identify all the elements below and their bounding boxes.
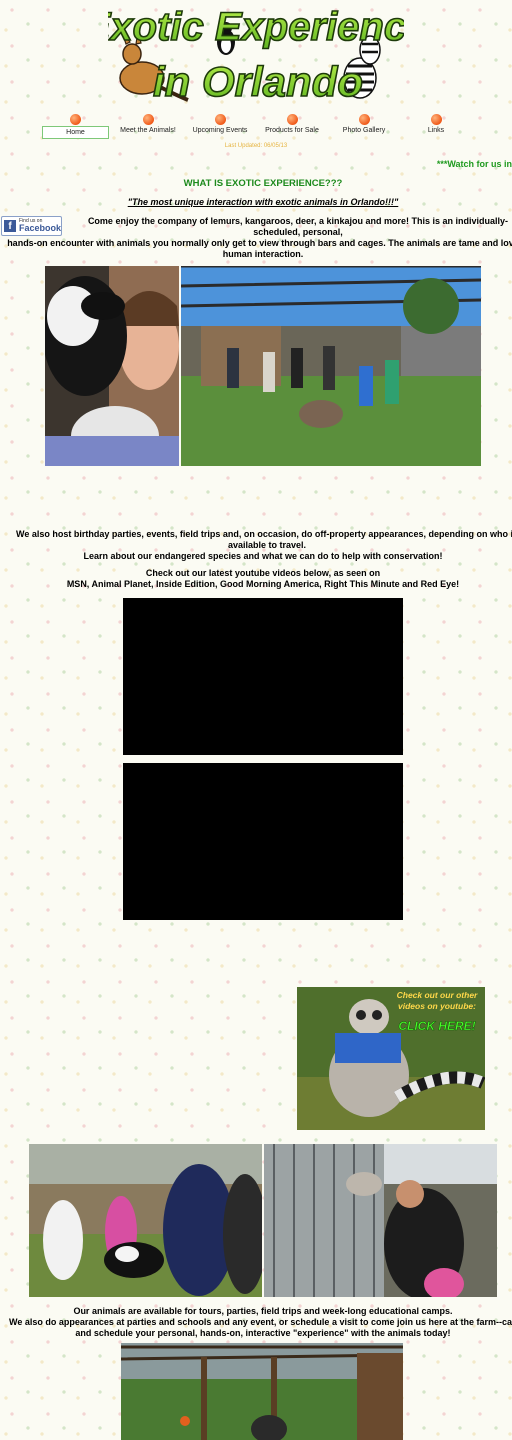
nav-bullet-icon [430, 114, 442, 125]
events-line2: Learn about our endangered species and w… [83, 551, 443, 561]
nav-upcoming-events[interactable]: Upcoming Events [184, 114, 256, 138]
events-line1: We also host birthday parties, events, f… [16, 529, 512, 550]
youtube-video-2[interactable] [123, 763, 403, 920]
availability-line2: We also do appearances at parties and sc… [9, 1317, 512, 1338]
logo-line1: Exotic Experience [108, 5, 404, 49]
tagline: "The most unique interaction with exotic… [127, 197, 399, 207]
facebook-label: Facebook [19, 223, 62, 233]
youtube-video-1[interactable] [123, 598, 403, 755]
nav-label: Photo Gallery [342, 127, 386, 134]
availability-text: Our animals are available for tours, par… [0, 1306, 512, 1339]
nav-bullet-icon [358, 114, 370, 125]
promo-line2: videos on youtube: [398, 1001, 476, 1011]
nav-products-for-sale[interactable]: Products for Sale [256, 114, 328, 138]
promo-line1: Check out our other [397, 990, 478, 1000]
youtube-intro: Check out our latest youtube videos belo… [0, 568, 512, 590]
nav-photo-gallery[interactable]: Photo Gallery [328, 114, 400, 138]
nav-bullet-icon [286, 114, 298, 125]
watch-marquee: ***Watch for us in [436, 159, 512, 169]
youtube-intro-line2: MSN, Animal Planet, Inside Edition, Good… [66, 579, 460, 589]
facebook-icon: f [4, 220, 16, 232]
youtube-intro-line1: Check out our latest youtube videos belo… [145, 568, 381, 578]
events-text: We also host birthday parties, events, f… [0, 529, 512, 562]
kangaroo-enclosure-photo [181, 266, 481, 466]
nav-bullet-icon [70, 114, 81, 125]
nav-label: Links [427, 127, 445, 134]
nav-label: Meet the Animals! [120, 127, 176, 134]
lemur-selfie-photo [45, 266, 179, 466]
logo-line2: in Orlando [153, 58, 363, 105]
nav-bullet-icon [142, 114, 154, 125]
man-feeding-lemurs-photo [264, 1144, 497, 1297]
site-logo[interactable]: Exotic Experience in Orlando [83, 0, 429, 108]
nav-bullet-icon [214, 114, 226, 125]
last-updated: Last Updated: 06/05/13 [224, 143, 288, 149]
intro-text: Come enjoy the company of lemurs, kangar… [0, 216, 512, 260]
nav-label: Products for Sale [265, 127, 319, 134]
nav-home[interactable]: Home [40, 114, 111, 139]
page-heading: WHAT IS EXOTIC EXPERIENCE??? [183, 178, 343, 189]
youtube-promo-banner[interactable]: Check out our other videos on youtube: C… [297, 987, 485, 1130]
intro-line1: Come enjoy the company of lemurs, kangar… [87, 216, 509, 237]
intro-line2: hands-on encounter with animals you norm… [7, 238, 512, 259]
nav-label: Upcoming Events [192, 127, 248, 134]
nav-label: Home [42, 126, 109, 139]
kids-with-lemur-photo [29, 1144, 262, 1297]
availability-line1: Our animals are available for tours, par… [73, 1306, 453, 1316]
promo-cta: CLICK HERE! [398, 1019, 475, 1033]
nav-meet-the-animals[interactable]: Meet the Animals! [112, 114, 184, 138]
nav-links[interactable]: Links [400, 114, 472, 138]
facebook-button[interactable]: f Find us on Facebook [1, 216, 62, 236]
farm-enclosure-photo [121, 1343, 403, 1440]
